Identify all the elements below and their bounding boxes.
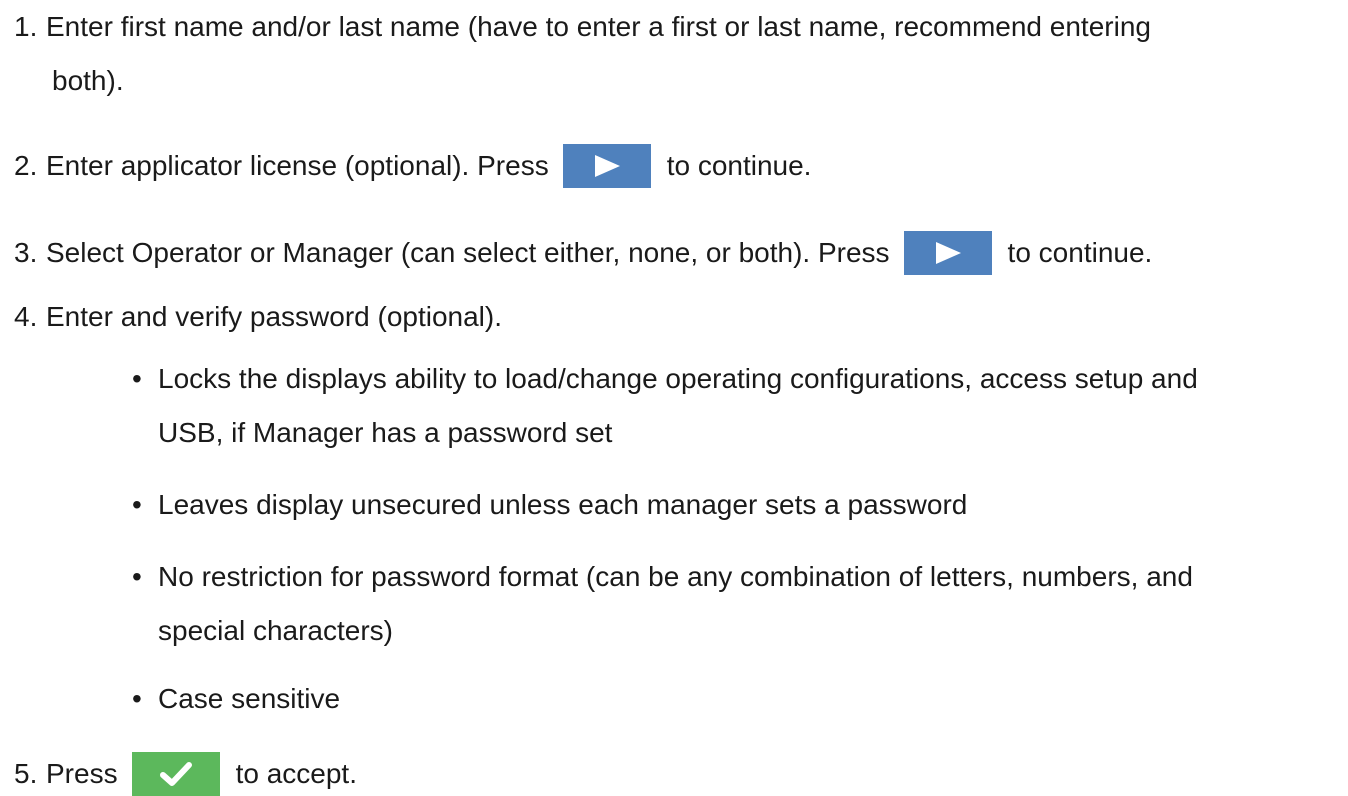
step-3: 3. Select Operator or Manager (can selec… xyxy=(0,231,1152,275)
step-text-after: to continue. xyxy=(666,150,812,181)
bullet-text: Case sensitive xyxy=(158,683,341,714)
play-arrow-icon xyxy=(594,155,620,177)
next-button[interactable] xyxy=(562,144,651,188)
bullet-item: • Case sensitive xyxy=(132,682,340,716)
step-number: 2. xyxy=(14,150,38,181)
step-4: 4. Enter and verify password (optional). xyxy=(0,300,502,334)
step-text-continuation: both). xyxy=(52,65,124,96)
bullet-continuation: special characters) xyxy=(158,614,393,648)
step-text: Enter applicator license (optional). Pre… xyxy=(46,150,549,181)
bullet-icon: • xyxy=(132,363,142,394)
step-number: 3. xyxy=(14,237,38,268)
bullet-icon: • xyxy=(132,561,142,592)
bullet-text: No restriction for password format (can … xyxy=(158,561,1193,592)
step-text: Press xyxy=(46,758,118,789)
bullet-item: • No restriction for password format (ca… xyxy=(132,560,1193,594)
step-5: 5. Press to accept. xyxy=(0,752,357,796)
checkmark-icon xyxy=(159,762,192,786)
step-1: 1. Enter first name and/or last name (ha… xyxy=(0,10,1151,44)
step-text: Select Operator or Manager (can select e… xyxy=(46,237,890,268)
bullet-icon: • xyxy=(132,683,142,714)
play-arrow-icon xyxy=(935,242,961,264)
bullet-text-continuation: special characters) xyxy=(158,615,393,646)
bullet-item: • Leaves display unsecured unless each m… xyxy=(132,488,967,522)
bullet-icon: • xyxy=(132,489,142,520)
step-2: 2. Enter applicator license (optional). … xyxy=(0,144,811,188)
step-text: Enter and verify password (optional). xyxy=(46,301,502,332)
step-1-continuation: both). xyxy=(52,64,124,98)
step-text-after: to continue. xyxy=(1007,237,1153,268)
bullet-continuation: USB, if Manager has a password set xyxy=(158,416,612,450)
next-button[interactable] xyxy=(903,231,992,275)
bullet-item: • Locks the displays ability to load/cha… xyxy=(132,362,1198,396)
step-number: 4. xyxy=(14,301,38,332)
step-text: Enter first name and/or last name (have … xyxy=(46,11,1151,42)
bullet-text: Leaves display unsecured unless each man… xyxy=(158,489,968,520)
step-number: 1. xyxy=(14,11,38,42)
bullet-text-continuation: USB, if Manager has a password set xyxy=(158,417,613,448)
step-text-after: to accept. xyxy=(235,758,357,789)
accept-button[interactable] xyxy=(131,752,220,796)
bullet-text: Locks the displays ability to load/chang… xyxy=(158,363,1198,394)
step-number: 5. xyxy=(14,758,38,789)
